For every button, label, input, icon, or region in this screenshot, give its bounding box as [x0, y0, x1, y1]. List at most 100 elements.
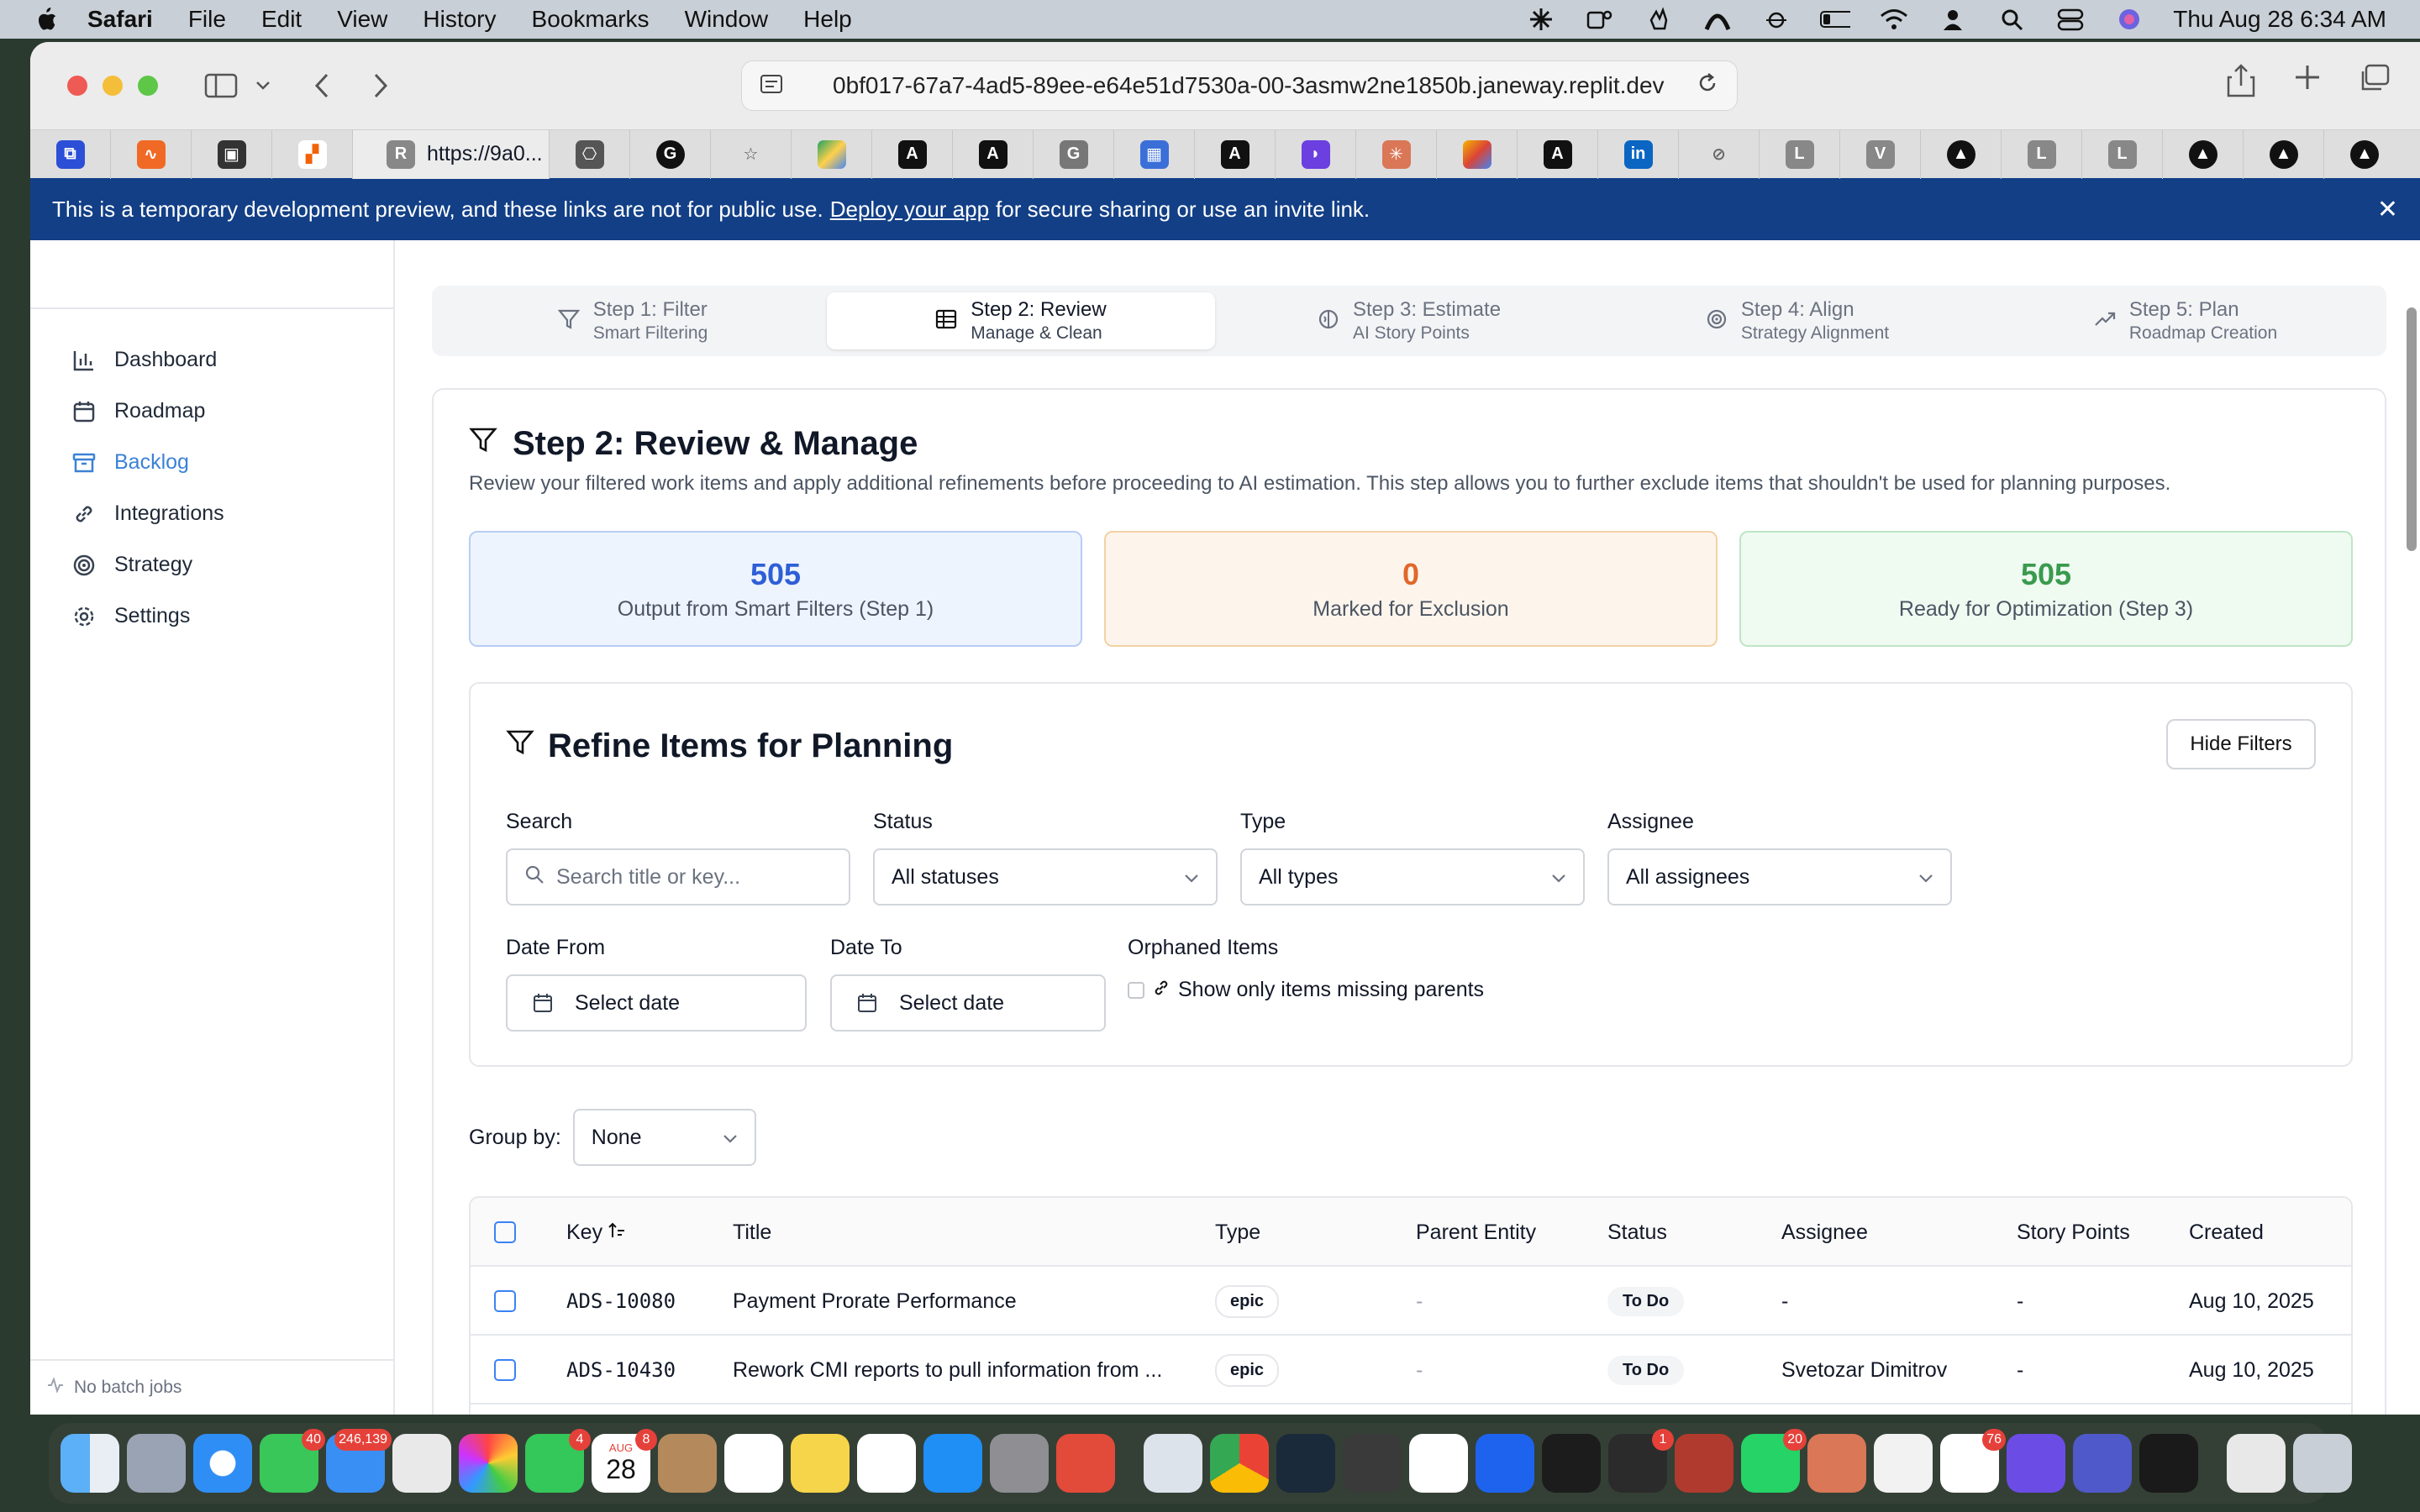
menu-app-name[interactable]: Safari [87, 6, 153, 33]
tab-favicon[interactable]: L [2082, 129, 2163, 179]
menu-bookmarks[interactable]: Bookmarks [532, 6, 650, 33]
perplexity-icon[interactable] [1276, 1434, 1335, 1493]
sidebar-item-strategy[interactable]: Strategy [71, 539, 393, 591]
assignee-select[interactable]: All assignees [1607, 848, 1952, 906]
menu-window[interactable]: Window [685, 6, 769, 33]
cube-app-icon[interactable] [2139, 1434, 2198, 1493]
chrome-icon[interactable] [1210, 1434, 1269, 1493]
tab-step-1[interactable]: Step 1: Filter Smart Filtering [439, 292, 827, 349]
slack-icon[interactable]: 76 [1940, 1429, 2006, 1493]
close-icon[interactable]: ✕ [2377, 195, 2398, 224]
tab-favicon[interactable]: ⎔ [550, 129, 630, 179]
tab-favicon[interactable]: ▲ [2244, 129, 2324, 179]
app-store-icon[interactable] [923, 1434, 982, 1493]
bug-status-icon[interactable] [1761, 7, 1791, 32]
tab-favicon[interactable]: ▣ [192, 129, 272, 179]
date-from-picker[interactable]: Select date [506, 974, 807, 1032]
tab-favicon[interactable]: ✳ [1356, 129, 1437, 179]
battery-icon[interactable] [1820, 7, 1851, 32]
teams-icon[interactable] [2073, 1434, 2132, 1493]
tab-favicon[interactable]: ☆ [711, 129, 792, 179]
docker-icon[interactable] [1476, 1434, 1534, 1493]
page-settings-icon[interactable] [760, 72, 782, 99]
hand-status-icon[interactable] [1644, 7, 1674, 32]
row-checkbox[interactable] [494, 1290, 516, 1312]
orphaned-items-option[interactable]: Show only items missing parents [1128, 978, 1484, 1002]
tab-favicon[interactable]: ▦ [1114, 129, 1195, 179]
close-window-button[interactable] [67, 76, 87, 96]
obsidian-icon[interactable] [2007, 1434, 2065, 1493]
dictionary-icon[interactable] [1675, 1434, 1733, 1493]
messages-icon[interactable]: 40 [260, 1429, 325, 1493]
preview-icon[interactable] [1144, 1434, 1202, 1493]
tab-favicon[interactable] [792, 129, 872, 179]
tab-favicon[interactable]: ▲ [2324, 130, 2405, 179]
facetime-icon[interactable]: 4 [525, 1429, 591, 1493]
menu-history[interactable]: History [423, 6, 496, 33]
search-icon[interactable] [1996, 7, 2027, 32]
tab-favicon[interactable]: L [2002, 129, 2082, 179]
tab-step-5[interactable]: Step 5: Plan Roadmap Creation [1991, 292, 2380, 349]
reminders-icon[interactable] [724, 1434, 783, 1493]
group-by-select[interactable]: None [572, 1109, 756, 1166]
row-checkbox[interactable] [494, 1359, 516, 1381]
tab-favicon[interactable]: G [1034, 129, 1114, 179]
tab-favicon[interactable]: G [630, 129, 711, 179]
menu-view[interactable]: View [337, 6, 387, 33]
arc-icon[interactable] [1409, 1434, 1468, 1493]
tab-group-chevron-icon[interactable] [242, 65, 284, 107]
tab-favicon[interactable]: ▲ [2163, 129, 2244, 179]
sidebar-item-backlog[interactable]: Backlog [71, 437, 393, 488]
reload-icon[interactable] [1697, 72, 1718, 100]
teams-status-icon[interactable] [1585, 7, 1615, 32]
hide-filters-button[interactable]: Hide Filters [2166, 719, 2316, 769]
minimize-window-button[interactable] [103, 76, 123, 96]
orphaned-checkbox[interactable] [1128, 981, 1144, 999]
sidebar-toggle-icon[interactable] [200, 65, 242, 107]
user-icon[interactable] [1938, 7, 1968, 32]
tab-step-3[interactable]: Step 3: Estimate AI Story Points [1215, 292, 1603, 349]
column-key[interactable]: Key [566, 1198, 625, 1267]
column-parent-entity[interactable]: Parent Entity [1416, 1198, 1536, 1267]
column-story-points[interactable]: Story Points [2017, 1198, 2130, 1267]
column-status[interactable]: Status [1607, 1198, 1667, 1267]
status-select[interactable]: All statuses [873, 848, 1218, 906]
tab-favicon[interactable]: ∿ [111, 129, 192, 179]
calculator-icon[interactable] [1343, 1434, 1402, 1493]
select-all-checkbox[interactable] [494, 1221, 516, 1243]
tab-favicon[interactable]: ▲ [1921, 129, 2002, 179]
tab-favicon[interactable]: A [953, 129, 1034, 179]
launchpad-icon[interactable] [127, 1434, 186, 1493]
tab-favicon[interactable]: A [1195, 129, 1276, 179]
tab-step-4[interactable]: Step 4: Align Strategy Alignment [1603, 292, 1991, 349]
deploy-app-link[interactable]: Deploy your app [830, 197, 989, 223]
freeform-icon[interactable] [857, 1434, 916, 1493]
sidebar-item-roadmap[interactable]: Roadmap [71, 386, 393, 437]
menu-file[interactable]: File [188, 6, 226, 33]
tab-favicon[interactable]: ◗ [1276, 129, 1356, 179]
terminal-icon[interactable]: 1 [1608, 1429, 1674, 1493]
safari-icon[interactable] [193, 1434, 252, 1493]
share-icon[interactable] [2227, 64, 2255, 102]
table-row[interactable]: ADS-10080 Payment Prorate Performance ep… [471, 1267, 2351, 1336]
activity-monitor-icon[interactable] [1542, 1434, 1601, 1493]
finder-icon[interactable] [60, 1434, 119, 1493]
sidebar-item-integrations[interactable]: Integrations [71, 488, 393, 539]
column-title[interactable]: Title [733, 1198, 771, 1267]
contacts-icon[interactable] [658, 1434, 717, 1493]
calendar-icon[interactable]: AUG 28 8 [592, 1429, 657, 1493]
table-row[interactable]: ADS-10430 Rework CMI reports to pull inf… [471, 1336, 2351, 1404]
tab-favicon[interactable]: L [1760, 129, 1840, 179]
sidebar-item-dashboard[interactable]: Dashboard [71, 334, 393, 386]
scrollbar[interactable] [2407, 307, 2417, 551]
tab-favicon[interactable]: A [872, 129, 953, 179]
column-type[interactable]: Type [1215, 1198, 1260, 1267]
url-text[interactable]: 0bf017-67a7-4ad5-89ee-e64e51d7530a-00-3a… [833, 72, 1665, 99]
notes-icon[interactable] [791, 1434, 850, 1493]
claude-icon[interactable] [1807, 1434, 1866, 1493]
tab-favicon[interactable]: in [1598, 129, 1679, 179]
menu-edit[interactable]: Edit [261, 6, 302, 33]
menubar-clock[interactable]: Thu Aug 28 6:34 AM [2173, 6, 2386, 33]
menu-help[interactable]: Help [803, 6, 852, 33]
type-select[interactable]: All types [1240, 848, 1585, 906]
